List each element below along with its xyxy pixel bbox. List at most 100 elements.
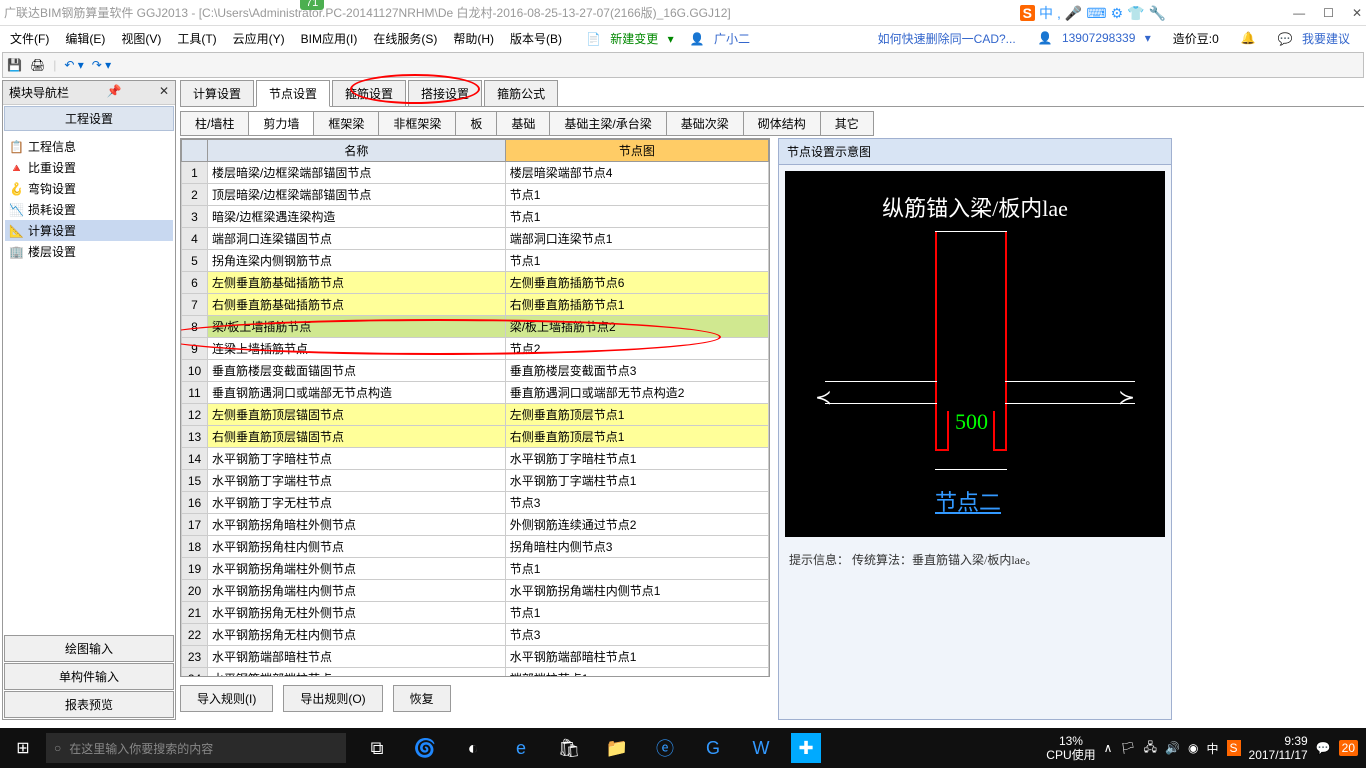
table-row[interactable]: 2顶层暗梁/边框梁端部锚固节点节点1 bbox=[182, 184, 769, 206]
tray-sogou-icon[interactable]: S bbox=[1227, 740, 1241, 756]
table-row[interactable]: 8梁/板上墙插筋节点梁/板上墙插筋节点2 bbox=[182, 316, 769, 338]
edge-icon[interactable]: e bbox=[498, 728, 544, 768]
tree-item-info[interactable]: 📋工程信息 bbox=[5, 136, 173, 157]
taskbar-search[interactable]: ○ 在这里输入你要搜索的内容 bbox=[46, 733, 346, 763]
table-row[interactable]: 16水平钢筋丁字无柱节点节点3 bbox=[182, 492, 769, 514]
table-row[interactable]: 4端部洞口连梁锚固节点端部洞口连梁节点1 bbox=[182, 228, 769, 250]
sogou-icon[interactable]: S bbox=[1020, 5, 1035, 21]
section-title[interactable]: 工程设置 bbox=[4, 106, 174, 131]
tab2-other[interactable]: 其它 bbox=[820, 111, 874, 136]
pin-icon[interactable]: 📌 bbox=[107, 84, 122, 101]
table-row[interactable]: 5拐角连梁内侧钢筋节点节点1 bbox=[182, 250, 769, 272]
table-row[interactable]: 15水平钢筋丁字端柱节点水平钢筋丁字端柱节点1 bbox=[182, 470, 769, 492]
menu-cloud[interactable]: 云应用(Y) bbox=[227, 28, 291, 49]
tree-item-loss[interactable]: 📉损耗设置 bbox=[5, 199, 173, 220]
menu-bim[interactable]: BIM应用(I) bbox=[295, 28, 364, 49]
menu-version[interactable]: 版本号(B) bbox=[504, 28, 568, 49]
new-change-button[interactable]: 📄 新建变更 ▾ bbox=[580, 28, 680, 49]
tab-stirrup-formula[interactable]: 箍筋公式 bbox=[484, 80, 558, 106]
table-row[interactable]: 18水平钢筋拐角柱内侧节点拐角暗柱内侧节点3 bbox=[182, 536, 769, 558]
app-icon-2[interactable]: ◐ bbox=[450, 728, 496, 768]
ime-wrench-icon[interactable]: 🔧 bbox=[1149, 5, 1166, 22]
table-row[interactable]: 3暗梁/边框梁遇连梁构造节点1 bbox=[182, 206, 769, 228]
taskview-icon[interactable]: ⧉ bbox=[354, 728, 400, 768]
tray-flag-icon[interactable]: 🏳 bbox=[1120, 741, 1135, 755]
help-link[interactable]: 如何快速删除同一CAD?... bbox=[872, 28, 1022, 49]
menu-edit[interactable]: 编辑(E) bbox=[59, 28, 111, 49]
btn-export[interactable]: 导出规则(O) bbox=[283, 685, 382, 712]
table-row[interactable]: 17水平钢筋拐角暗柱外侧节点外侧钢筋连续通过节点2 bbox=[182, 514, 769, 536]
tray-app-icon[interactable]: ◉ bbox=[1188, 741, 1198, 755]
btn-restore[interactable]: 恢复 bbox=[393, 685, 451, 712]
user-label[interactable]: 👤 广小二 bbox=[684, 28, 762, 49]
tab-node-settings[interactable]: 节点设置 bbox=[256, 80, 330, 107]
btn-report[interactable]: 报表预览 bbox=[4, 691, 174, 718]
ime-gear-icon[interactable]: ⚙ bbox=[1111, 5, 1124, 22]
btn-import[interactable]: 导入规则(I) bbox=[180, 685, 273, 712]
undo-icon[interactable]: ↶ ▾ bbox=[64, 58, 83, 72]
ime-shirt-icon[interactable]: 👕 bbox=[1127, 5, 1144, 22]
table-row[interactable]: 1楼层暗梁/边框梁端部锚固节点楼层暗梁端部节点4 bbox=[182, 162, 769, 184]
app-icon-g[interactable]: G bbox=[690, 728, 736, 768]
tab2-foundbeam[interactable]: 基础主梁/承台梁 bbox=[549, 111, 665, 136]
table-row[interactable]: 23水平钢筋端部暗柱节点水平钢筋端部暗柱节点1 bbox=[182, 646, 769, 668]
app-icon-word[interactable]: W bbox=[738, 728, 784, 768]
redo-icon[interactable]: ↷ ▾ bbox=[92, 58, 111, 72]
ime-icon[interactable]: , bbox=[1057, 5, 1061, 21]
table-row[interactable]: 12左侧垂直筋顶层锚固节点左侧垂直筋顶层节点1 bbox=[182, 404, 769, 426]
table-row[interactable]: 22水平钢筋拐角无柱内侧节点节点3 bbox=[182, 624, 769, 646]
table-row[interactable]: 20水平钢筋拐角端柱内侧节点水平钢筋拐角端柱内侧节点1 bbox=[182, 580, 769, 602]
ime-lang[interactable]: 中 bbox=[1039, 3, 1053, 23]
tab-lap-settings[interactable]: 搭接设置 bbox=[408, 80, 482, 106]
tab2-framebeam[interactable]: 框架梁 bbox=[313, 111, 378, 136]
ie-icon[interactable]: ⓔ bbox=[642, 728, 688, 768]
maximize-icon[interactable]: ☐ bbox=[1323, 6, 1334, 20]
menu-online[interactable]: 在线服务(S) bbox=[367, 28, 443, 49]
btn-draw[interactable]: 绘图输入 bbox=[4, 635, 174, 662]
tab2-column[interactable]: 柱/墙柱 bbox=[180, 111, 248, 136]
ime-toolbar[interactable]: S 中 , 🎤 ⌨ ⚙ 👕 🔧 bbox=[1020, 3, 1166, 23]
tab-stirrup-settings[interactable]: 箍筋设置 bbox=[332, 80, 406, 106]
table-row[interactable]: 6左侧垂直筋基础插筋节点左侧垂直筋插筋节点6 bbox=[182, 272, 769, 294]
table-row[interactable]: 14水平钢筋丁字暗柱节点水平钢筋丁字暗柱节点1 bbox=[182, 448, 769, 470]
tab-calc-settings[interactable]: 计算设置 bbox=[180, 80, 254, 106]
table-row[interactable]: 21水平钢筋拐角无柱外侧节点节点1 bbox=[182, 602, 769, 624]
tree-item-hook[interactable]: 🪝弯钩设置 bbox=[5, 178, 173, 199]
minimize-icon[interactable]: — bbox=[1293, 6, 1305, 20]
table-row[interactable]: 24水平钢筋端部端柱节点端部端柱节点1 bbox=[182, 668, 769, 678]
settings-table[interactable]: 名称 节点图 1楼层暗梁/边框梁端部锚固节点楼层暗梁端部节点42顶层暗梁/边框梁… bbox=[181, 139, 769, 677]
start-button[interactable]: ⊞ bbox=[0, 738, 46, 758]
menu-file[interactable]: 文件(F) bbox=[4, 28, 55, 49]
app-icon-1[interactable]: 🌀 bbox=[402, 728, 448, 768]
tab2-foundation[interactable]: 基础 bbox=[496, 111, 549, 136]
table-row[interactable]: 13右侧垂直筋顶层锚固节点右侧垂直筋顶层节点1 bbox=[182, 426, 769, 448]
menu-tools[interactable]: 工具(T) bbox=[171, 28, 222, 49]
tab2-masonry[interactable]: 砌体结构 bbox=[743, 111, 820, 136]
notify-icon[interactable]: 🔔 bbox=[1235, 29, 1262, 47]
table-row[interactable]: 19水平钢筋拐角端柱外侧节点节点1 bbox=[182, 558, 769, 580]
save-icon[interactable]: 💾 bbox=[7, 58, 22, 72]
close-icon[interactable]: ✕ bbox=[1352, 6, 1362, 20]
tray-badge[interactable]: 20 bbox=[1339, 740, 1358, 756]
print-icon[interactable]: 🖨 bbox=[30, 58, 45, 72]
menu-view[interactable]: 视图(V) bbox=[115, 28, 167, 49]
menu-help[interactable]: 帮助(H) bbox=[447, 28, 500, 49]
btn-single[interactable]: 单构件输入 bbox=[4, 663, 174, 690]
app-icon-plus[interactable]: ✚ bbox=[791, 733, 821, 763]
tab2-shearwall[interactable]: 剪力墙 bbox=[248, 111, 313, 136]
explorer-icon[interactable]: 📁 bbox=[594, 728, 640, 768]
phone-label[interactable]: 👤 13907298339 ▾ bbox=[1032, 29, 1157, 47]
tray-vol-icon[interactable]: 🔊 bbox=[1165, 741, 1180, 755]
tray-ime-lang[interactable]: 中 bbox=[1206, 740, 1218, 757]
ime-kbd-icon[interactable]: ⌨ bbox=[1086, 5, 1106, 22]
tab2-nonframebeam[interactable]: 非框架梁 bbox=[378, 111, 455, 136]
table-row[interactable]: 7右侧垂直筋基础插筋节点右侧垂直筋插筋节点1 bbox=[182, 294, 769, 316]
tree-item-floor[interactable]: 🏢楼层设置 bbox=[5, 241, 173, 262]
suggest-link[interactable]: 💬 我要建议 bbox=[1272, 28, 1362, 49]
tray-chevron-icon[interactable]: ∧ bbox=[1104, 741, 1113, 755]
tab2-foundsub[interactable]: 基础次梁 bbox=[666, 111, 743, 136]
tray-clock[interactable]: 9:39 2017/11/17 bbox=[1249, 734, 1308, 763]
table-row[interactable]: 11垂直钢筋遇洞口或端部无节点构造垂直筋遇洞口或端部无节点构造2 bbox=[182, 382, 769, 404]
tree-item-calc[interactable]: 📐计算设置 bbox=[5, 220, 173, 241]
tab2-slab[interactable]: 板 bbox=[455, 111, 496, 136]
